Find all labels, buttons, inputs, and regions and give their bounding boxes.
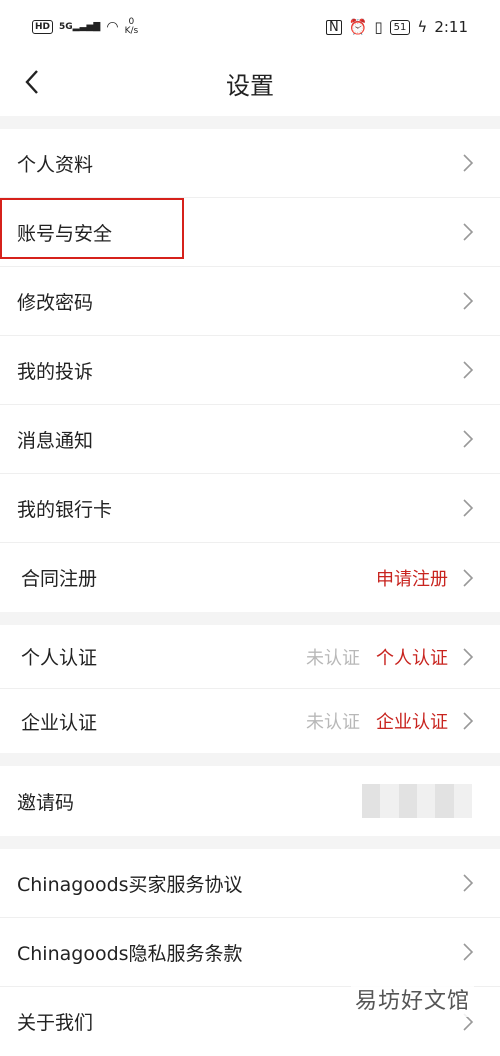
- watermark: 易坊好文馆: [350, 981, 474, 1017]
- row-label: 修改密码: [17, 291, 94, 314]
- net-speed: 0 K/s: [124, 17, 139, 36]
- row-label: 账号与安全: [17, 222, 113, 245]
- row-label: 企业认证: [21, 711, 98, 734]
- row-label: 消息通知: [17, 429, 94, 452]
- row-label: 个人认证: [21, 647, 98, 669]
- section-invite: 邀请码: [0, 766, 500, 836]
- chevron-right-icon: [463, 647, 474, 666]
- chevron-right-icon: [463, 943, 474, 961]
- section-verification: 个人认证 未认证 个人认证 企业认证 未认证 企业认证: [0, 625, 500, 753]
- chevron-right-icon: [463, 361, 474, 379]
- chevron-right-icon: [463, 292, 474, 310]
- chevron-right-icon: [463, 499, 474, 517]
- row-my-complaints[interactable]: 我的投诉: [0, 336, 500, 405]
- nfc-icon: N: [325, 19, 342, 35]
- row-personal-auth[interactable]: 个人认证 未认证 个人认证: [0, 625, 500, 689]
- hd-badge: HD: [32, 20, 54, 34]
- alarm-icon: ⏰: [348, 18, 368, 36]
- clock: 2:11: [434, 18, 468, 36]
- row-buyer-agreement[interactable]: Chinagoods买家服务协议: [0, 849, 500, 918]
- battery-icon: 51: [389, 19, 411, 35]
- row-label: 个人资料: [17, 153, 94, 176]
- status-text: 未认证: [306, 712, 360, 733]
- nav-bar: 设置: [0, 56, 500, 116]
- row-invite-code[interactable]: 邀请码: [0, 766, 500, 836]
- chevron-right-icon: [463, 874, 474, 892]
- row-contract-register[interactable]: 合同注册 申请注册: [0, 543, 500, 612]
- status-bar: HD 5G▂▃▅▇ ◠ 0 K/s N ⏰ ▯ 51 ϟ 2:11: [0, 0, 500, 56]
- row-label: 我的银行卡: [17, 498, 113, 521]
- personal-auth-link[interactable]: 个人认证: [376, 644, 448, 670]
- wifi-icon: ◠: [106, 19, 119, 35]
- row-privacy-terms[interactable]: Chinagoods隐私服务条款: [0, 918, 500, 987]
- enterprise-auth-link[interactable]: 企业认证: [376, 708, 448, 734]
- row-account-security[interactable]: 账号与安全: [0, 198, 500, 267]
- page-title: 设置: [226, 72, 274, 100]
- row-notifications[interactable]: 消息通知: [0, 405, 500, 474]
- row-label: 邀请码: [17, 791, 75, 814]
- row-label: Chinagoods隐私服务条款: [17, 942, 243, 965]
- apply-register-link[interactable]: 申请注册: [376, 565, 448, 591]
- row-change-password[interactable]: 修改密码: [0, 267, 500, 336]
- chevron-right-icon: [463, 712, 474, 730]
- section-account: 个人资料 账号与安全 修改密码 我的投诉 消息通知 我的银行卡 合同注册 申请注…: [0, 129, 500, 612]
- charging-icon: ϟ: [417, 18, 428, 36]
- row-label: 我的投诉: [17, 360, 94, 383]
- chevron-right-icon: [463, 430, 474, 448]
- chevron-right-icon: [463, 568, 474, 587]
- row-profile[interactable]: 个人资料: [0, 129, 500, 198]
- row-label: 合同注册: [21, 568, 98, 590]
- row-enterprise-auth[interactable]: 企业认证 未认证 企业认证: [0, 689, 500, 753]
- row-bank-cards[interactable]: 我的银行卡: [0, 474, 500, 543]
- chevron-right-icon: [463, 154, 474, 172]
- invite-code-value: [362, 784, 472, 818]
- status-text: 未认证: [306, 647, 360, 669]
- vibrate-icon: ▯: [374, 18, 383, 36]
- row-label: Chinagoods买家服务协议: [17, 873, 243, 896]
- chevron-right-icon: [463, 223, 474, 241]
- signal-icon: 5G▂▃▅▇: [59, 22, 101, 32]
- section-about: Chinagoods买家服务协议 Chinagoods隐私服务条款 关于我们: [0, 849, 500, 1056]
